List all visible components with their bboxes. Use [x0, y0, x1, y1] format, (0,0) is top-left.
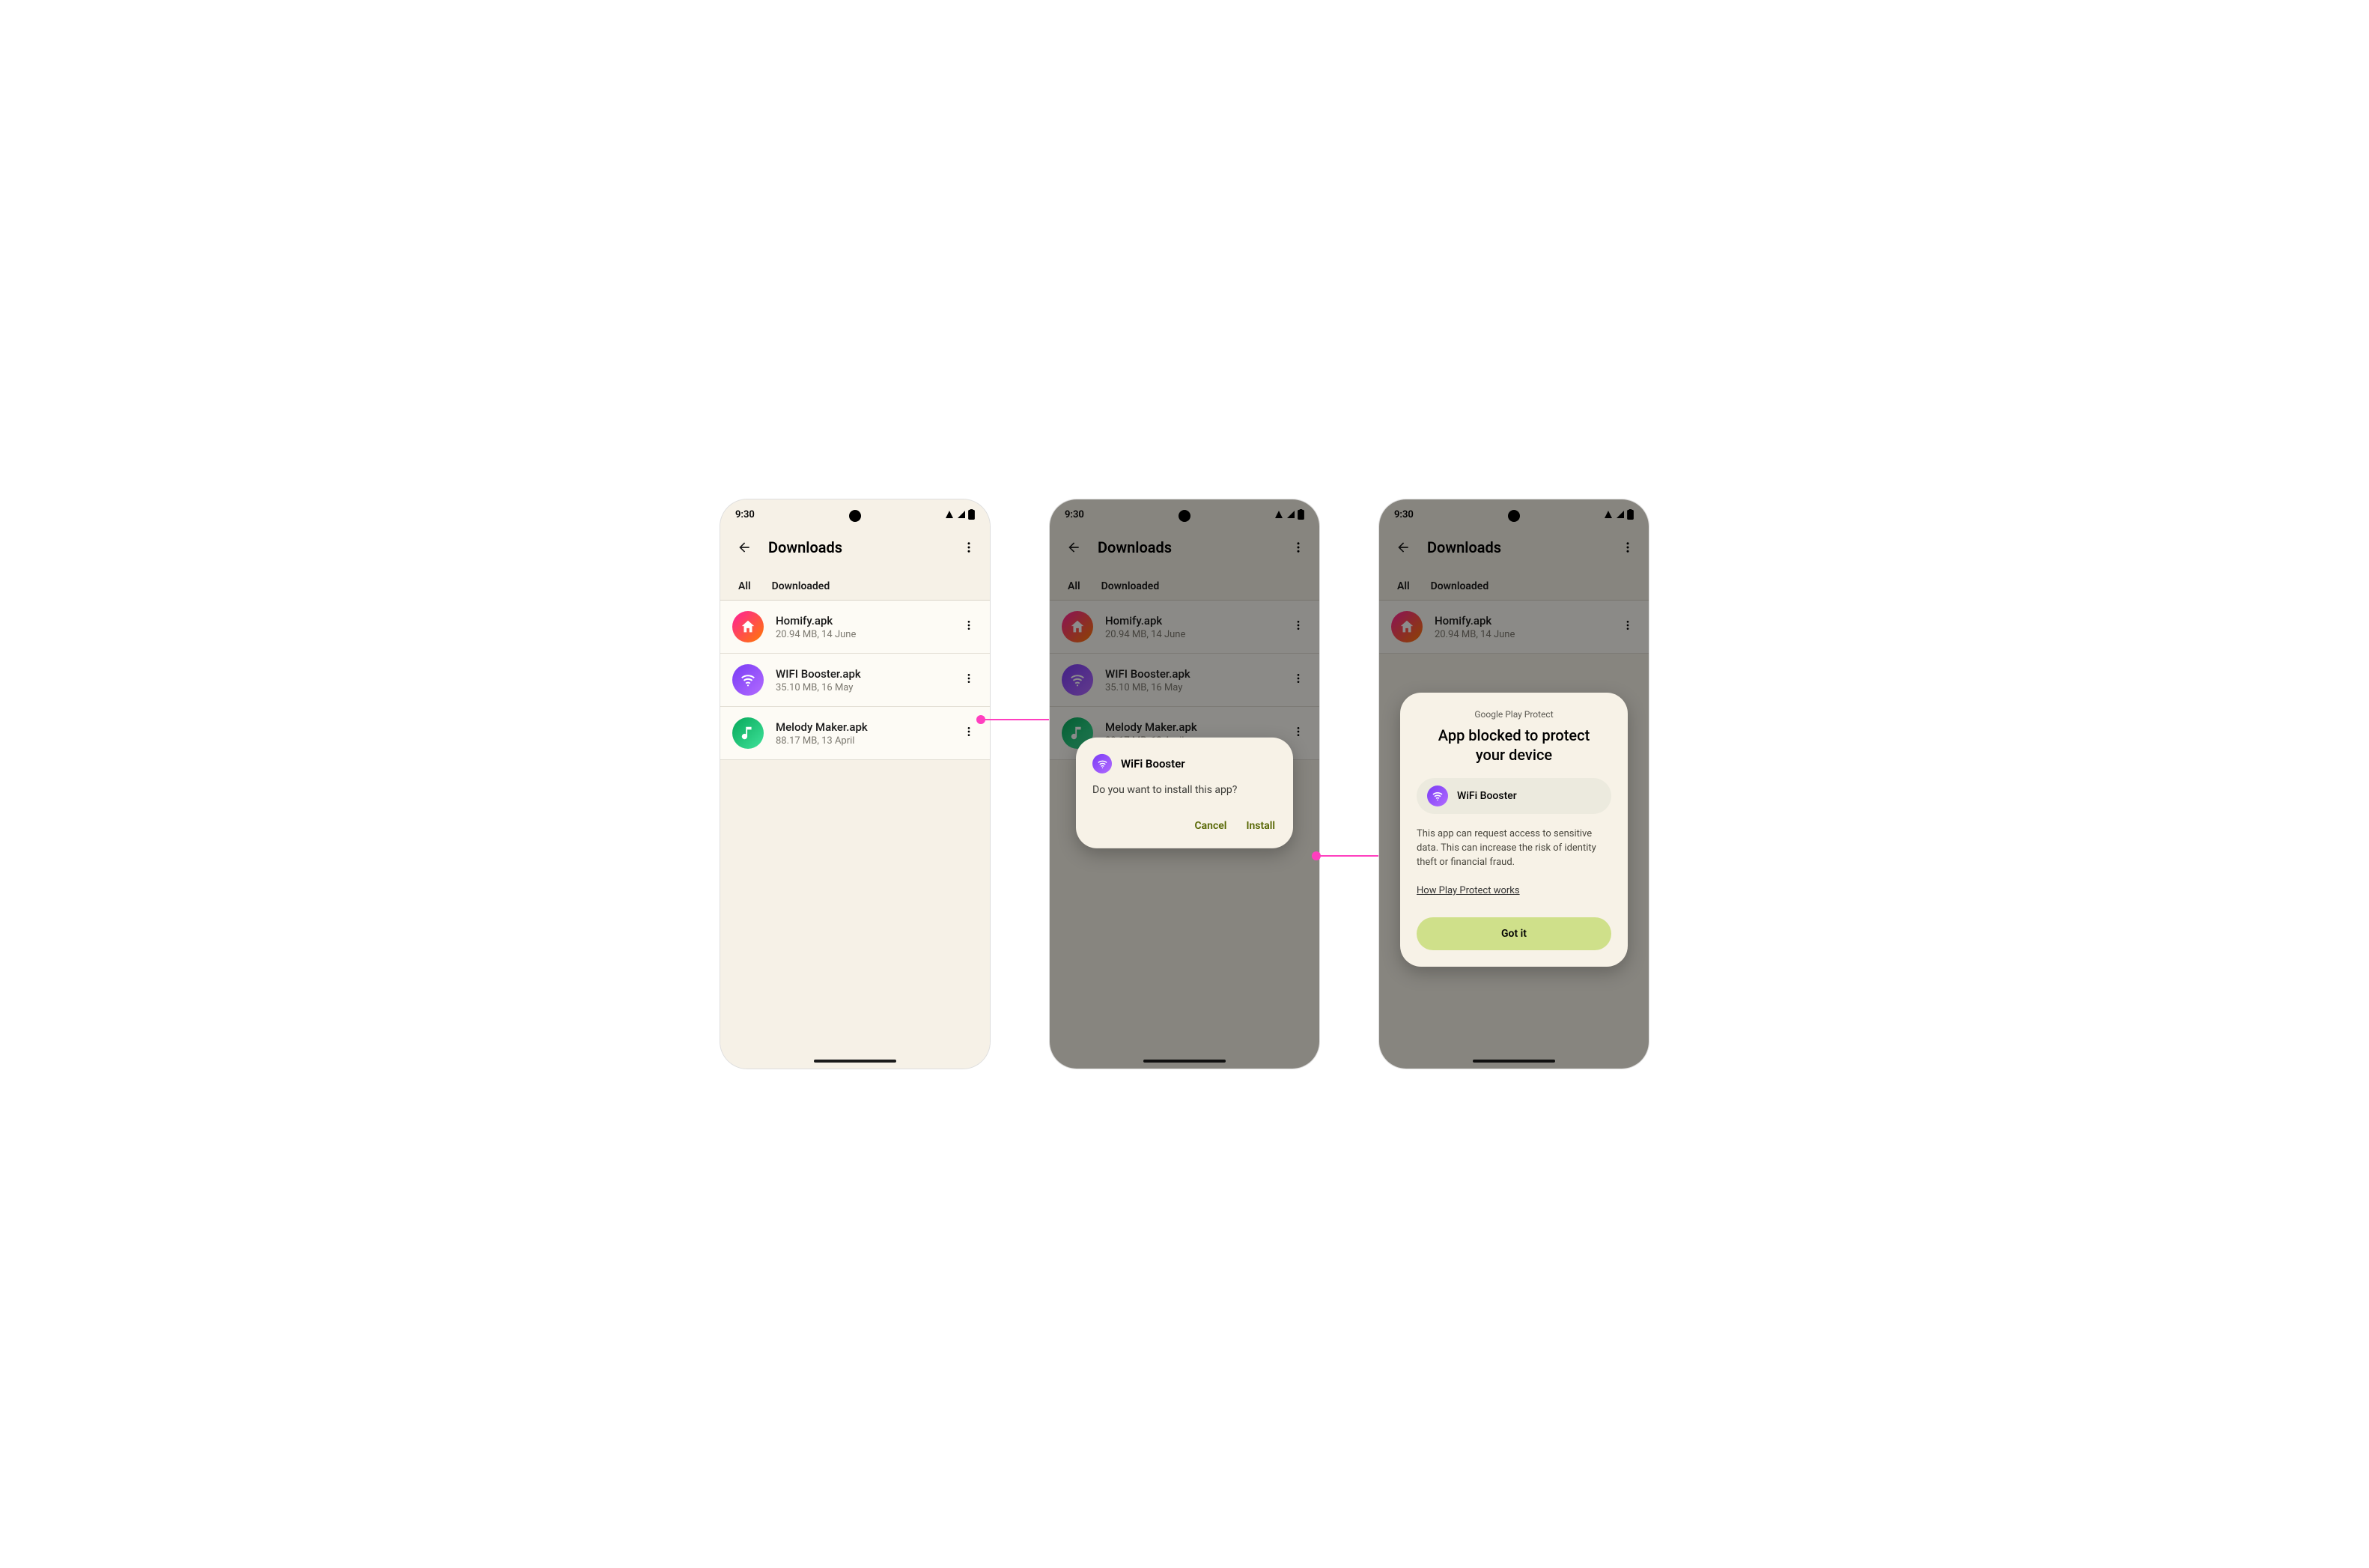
overflow-menu-icon[interactable]: [957, 535, 981, 559]
status-icons: [944, 509, 975, 520]
dialog-body: Do you want to install this app?: [1092, 784, 1277, 796]
dialog-eyebrow: Google Play Protect: [1417, 709, 1611, 720]
file-meta: 20.94 MB, 14 June: [776, 629, 948, 640]
got-it-button[interactable]: Got it: [1417, 917, 1611, 950]
phone-screen-2: 9:30 Downloads AllDownloaded Homify.apk2…: [1050, 499, 1319, 1069]
dialog-explanation: This app can request access to sensitive…: [1417, 827, 1611, 870]
item-overflow-icon[interactable]: [960, 726, 978, 741]
camera-hole: [1508, 510, 1520, 522]
status-time: 9:30: [735, 509, 755, 520]
file-meta: 35.10 MB, 16 May: [776, 682, 948, 693]
wifi-icon: [732, 664, 764, 696]
tab-downloaded[interactable]: Downloaded: [772, 573, 830, 600]
nav-bar-pill[interactable]: [814, 1060, 896, 1063]
back-icon[interactable]: [732, 535, 756, 559]
list-item[interactable]: Melody Maker.apk 88.17 MB, 13 April: [720, 707, 990, 760]
list-item[interactable]: Homify.apk 20.94 MB, 14 June: [720, 601, 990, 654]
page-title: Downloads: [768, 538, 945, 556]
cancel-button[interactable]: Cancel: [1193, 814, 1228, 838]
blocked-app-pill: WiFi Booster: [1417, 778, 1611, 814]
item-overflow-icon[interactable]: [960, 672, 978, 687]
music-icon: [732, 717, 764, 749]
wifi-icon: [1427, 785, 1448, 806]
install-button[interactable]: Install: [1244, 814, 1277, 838]
dialog-app-name: WiFi Booster: [1121, 757, 1185, 771]
tabs: All Downloaded: [720, 573, 990, 601]
phone-screen-1: 9:30 Downloads All Downloaded: [720, 499, 990, 1069]
file-meta: 88.17 MB, 13 April: [776, 735, 948, 747]
file-name: Melody Maker.apk: [776, 720, 948, 734]
blocked-app-name: WiFi Booster: [1457, 790, 1517, 802]
list-item[interactable]: WIFI Booster.apk 35.10 MB, 16 May: [720, 654, 990, 707]
item-overflow-icon[interactable]: [960, 619, 978, 634]
app-bar: Downloads: [720, 529, 990, 573]
wifi-icon: [1092, 754, 1112, 774]
file-name: WIFI Booster.apk: [776, 667, 948, 681]
play-protect-block-dialog: Google Play Protect App blocked to prote…: [1400, 693, 1628, 967]
camera-hole: [1179, 510, 1190, 522]
camera-hole: [849, 510, 861, 522]
flow-stage: 9:30 Downloads All Downloaded: [720, 499, 1649, 1069]
file-name: Homify.apk: [776, 614, 948, 627]
phone-screen-3: 9:30 Downloads AllDownloaded Homify.apk2…: [1379, 499, 1649, 1069]
file-list: Homify.apk 20.94 MB, 14 June WIFI Booste…: [720, 601, 990, 760]
dialog-title: App blocked to protect your device: [1417, 726, 1611, 765]
install-dialog: WiFi Booster Do you want to install this…: [1076, 738, 1293, 848]
tab-all[interactable]: All: [738, 573, 751, 600]
how-play-protect-works-link[interactable]: How Play Protect works: [1417, 885, 1520, 896]
home-icon: [732, 611, 764, 642]
